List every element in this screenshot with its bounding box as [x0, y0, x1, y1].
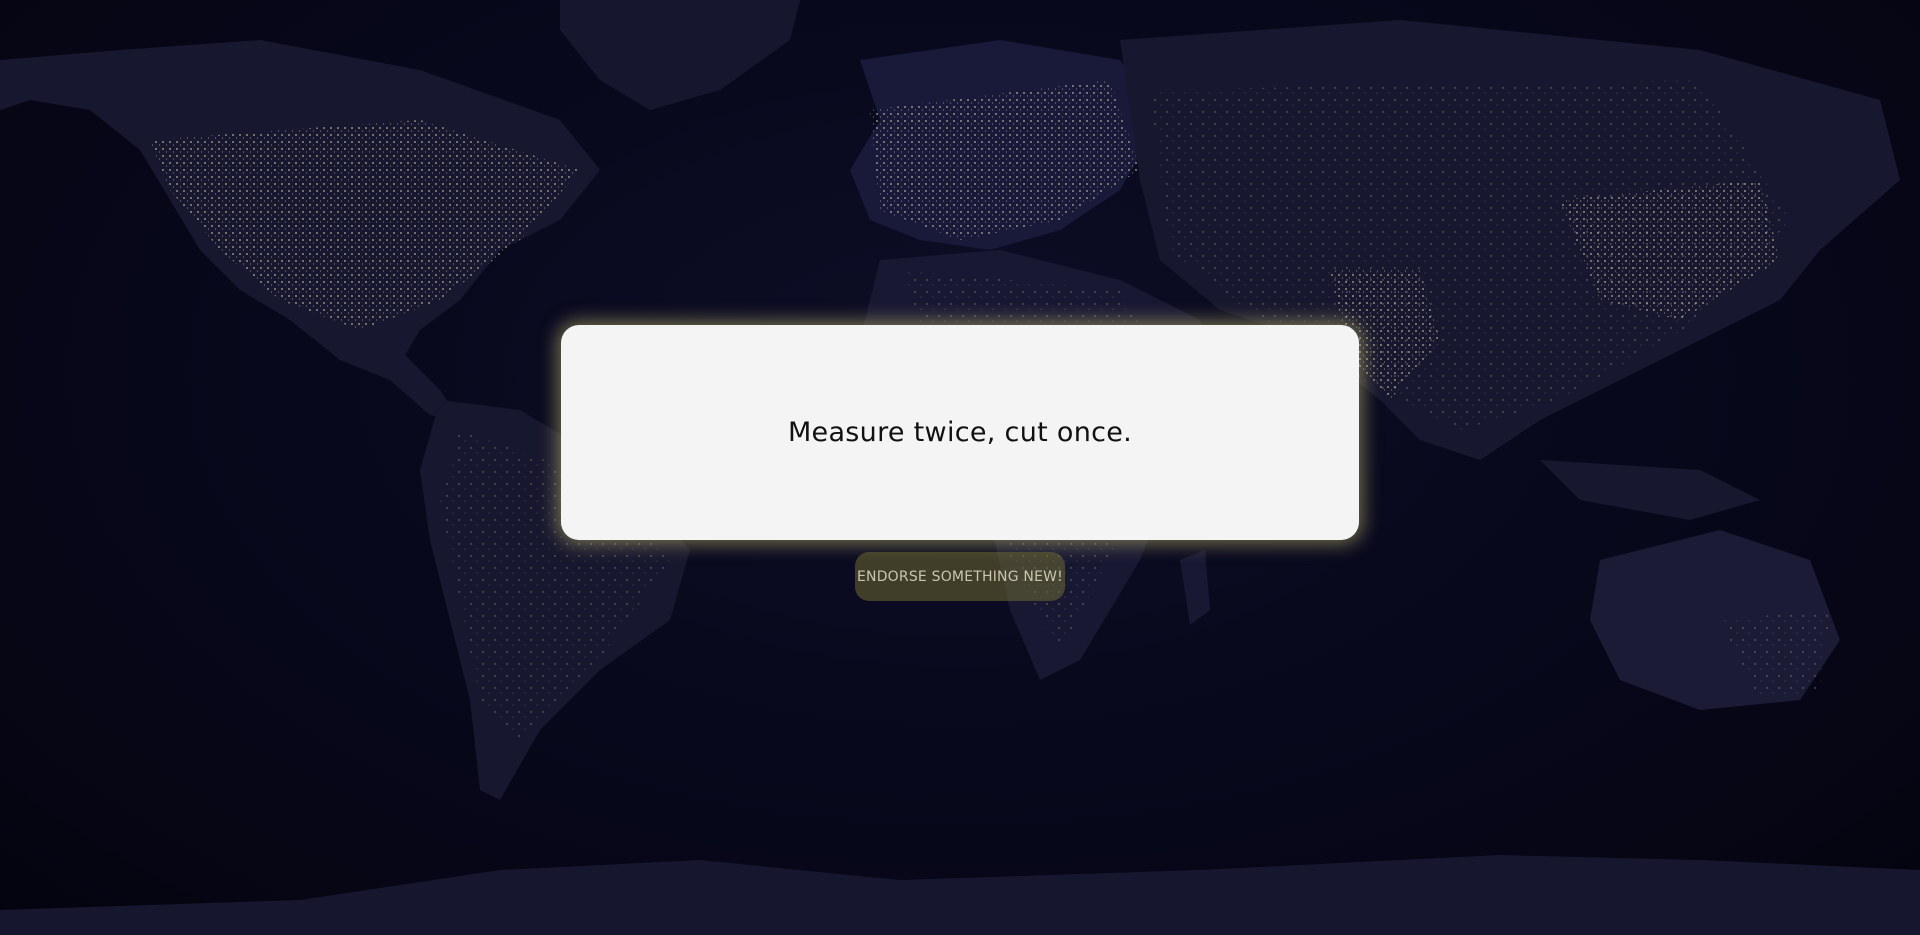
- indonesia-landmass: [1540, 460, 1760, 520]
- greenland-landmass: [560, 0, 800, 110]
- quote-card: Measure twice, cut once.: [561, 325, 1359, 540]
- page-background: Measure twice, cut once. ENDORSE SOMETHI…: [0, 0, 1920, 935]
- quote-text: Measure twice, cut once.: [787, 417, 1133, 448]
- endorse-something-new-button[interactable]: ENDORSE SOMETHING NEW!: [855, 552, 1065, 601]
- madagascar-landmass: [1180, 550, 1210, 625]
- north-america-lights: [150, 120, 580, 330]
- antarctica-landmass: [0, 855, 1920, 935]
